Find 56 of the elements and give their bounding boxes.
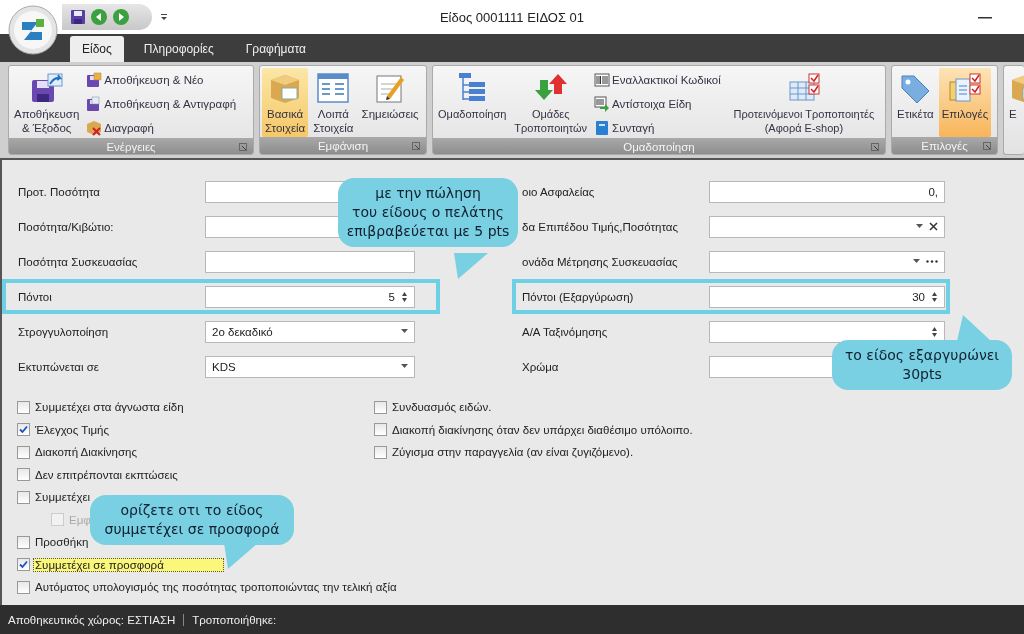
ribbon-button[interactable]: Σημειώσεις bbox=[358, 68, 422, 137]
ribbon-tab[interactable]: Είδος bbox=[70, 36, 124, 62]
ribbon-button[interactable]: Ε bbox=[1006, 68, 1024, 154]
ribbon-button[interactable]: Εναλλακτικοί Κωδικοί bbox=[592, 70, 723, 90]
checkbox-label: Δεν επιτρέπονται εκπτώσεις bbox=[34, 467, 179, 482]
field-label: Εκτυπώνεται σε bbox=[18, 360, 100, 373]
group-caption: Ενέργειες bbox=[106, 140, 156, 153]
checkbox-label: Προσθήκη bbox=[34, 535, 90, 550]
checkbox-label: Έλεγχος Τιμής bbox=[34, 422, 110, 437]
field-label: Πόντοι bbox=[18, 290, 53, 303]
ribbon-button[interactable]: Ομαδοποίηση bbox=[435, 68, 510, 138]
ribbon-button[interactable]: Διαγραφή bbox=[84, 118, 239, 138]
group-caption: Επιλογές bbox=[921, 139, 968, 152]
group-caption: Ομαδοποίηση bbox=[623, 140, 695, 153]
field-label: Χρώμα bbox=[522, 360, 560, 373]
status-text: Αποθηκευτικός χώρος: ΕΣΤΙΑΣΗ bbox=[8, 613, 185, 626]
spin-field[interactable]: 5 bbox=[205, 285, 415, 308]
checkbox-label: Συμμετέχει στα άγνωστα είδη bbox=[34, 400, 185, 415]
ribbon-button[interactable]: Αποθήκευση & Αντιγραφή bbox=[84, 94, 239, 114]
checkbox-label: Ζύγισμα στην παραγγελία (αν είναι ζυγιζόμενο). bbox=[391, 445, 635, 460]
ribbon-button[interactable]: Συνταγή bbox=[592, 118, 723, 138]
checkbox-label: Διακοπή Διακίνησης bbox=[34, 445, 138, 460]
field-label: Πόντοι (Εξαργύρωση) bbox=[522, 290, 635, 303]
ribbon-button[interactable]: Ετικέτα bbox=[894, 68, 937, 137]
ribbon-button[interactable]: Αντίστοιχα Είδη bbox=[592, 94, 723, 114]
field-label: Προτ. Ποσότητα bbox=[18, 185, 101, 198]
ribbon-tab[interactable]: Πληροφορίες bbox=[131, 36, 226, 62]
group-caption: Εμφάνιση bbox=[317, 139, 369, 152]
field-label: οιο Ασφαλείας bbox=[522, 185, 596, 198]
field-label: δα Επιπέδου Τιμής,Ποσότητας bbox=[522, 220, 679, 233]
checkbox-label: Αυτόματος υπολογισμός της ποσότητας τροποποιώντας την τελική αξία bbox=[34, 580, 398, 595]
checkbox-label: Διακοπή διακίνησης όταν δεν υπάρχει διαθέσιμο υπόλοιπο. bbox=[391, 422, 694, 437]
ribbon-button[interactable]: Επιλογές bbox=[938, 68, 992, 137]
status-text: Τροποποιήθηκε: bbox=[192, 613, 278, 626]
checkbox-label: Συμμετέχει σε προσφορά bbox=[33, 557, 224, 572]
window-title: Είδος 0001111 ΕΙΔΟΣ 01 bbox=[439, 9, 585, 25]
ribbon-button[interactable]: Αποθήκευση & Έξοδος bbox=[11, 68, 83, 138]
field-label: Στρογγυλοποίηση bbox=[18, 325, 110, 338]
callout-tooltip: με την πώληση του είδους ο πελάτης επιβραβεύεται με 5 pts bbox=[338, 178, 518, 247]
field-label: Ποσότητα Συσκευασίας bbox=[18, 255, 139, 268]
checkbox-label: Εμφ bbox=[68, 512, 92, 527]
ribbon-button[interactable]: Ομάδες Τροποποιητών bbox=[511, 68, 591, 138]
input-field[interactable]: 0, bbox=[709, 180, 945, 203]
field-label: Ποσότητα/Κιβώτιο: bbox=[18, 220, 115, 233]
combo-box[interactable]: 2ο δεκαδικό bbox=[205, 320, 415, 343]
spin-field[interactable]: 30 bbox=[709, 285, 945, 308]
checkbox-label: Συμμετέχει bbox=[34, 490, 92, 505]
ribbon-tab[interactable]: Γραφήματα bbox=[233, 36, 318, 62]
field-label: Α/Α Ταξινόμησης bbox=[522, 325, 609, 338]
field-label: ονάδα Μέτρησης Συσκευασίας bbox=[522, 255, 679, 268]
ribbon-button[interactable]: Προτεινόμενοι Τροποποιητές (Αφορά E-shop) bbox=[733, 68, 875, 138]
ribbon-button[interactable]: Αποθήκευση & Νέο bbox=[84, 70, 239, 90]
ribbon-button[interactable]: Λοιπά Στοιχεία bbox=[310, 68, 357, 137]
ribbon-button[interactable]: Βασικά Στοιχεία bbox=[262, 68, 309, 137]
combo-box[interactable]: KDS bbox=[205, 355, 415, 378]
checkbox-label: Συνδυασμός ειδών. bbox=[391, 400, 493, 415]
